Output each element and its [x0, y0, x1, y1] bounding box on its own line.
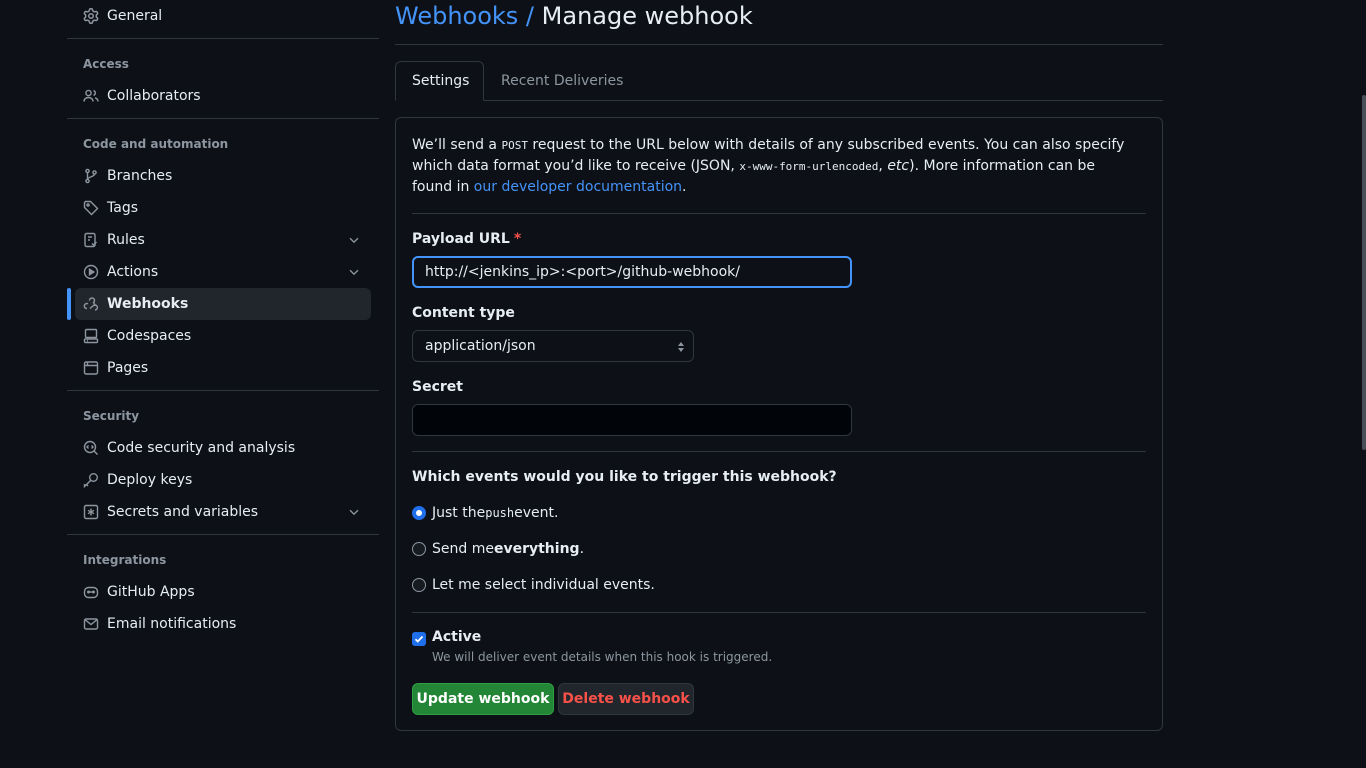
rules-icon [83, 232, 99, 248]
sidebar-item-label: Rules [107, 232, 145, 248]
webhook-form-panel: We’ll send a POST request to the URL bel… [395, 117, 1163, 731]
sidebar-divider [67, 390, 379, 391]
chevron-down-icon[interactable] [347, 233, 361, 247]
required-asterisk: * [513, 231, 522, 247]
sidebar-item-github-apps[interactable]: GitHub Apps [75, 576, 371, 608]
asterisk-icon [83, 504, 99, 520]
sidebar-item-label: Email notifications [107, 616, 237, 632]
play-icon [83, 264, 99, 280]
sidebar-item-label: GitHub Apps [107, 584, 195, 600]
event-option-individual[interactable]: Let me select individual events. [412, 577, 655, 593]
sidebar-item-deploy-keys[interactable]: Deploy keys [75, 464, 371, 496]
radio-button-checked[interactable] [412, 506, 426, 520]
post-code: POST [501, 139, 528, 152]
sidebar-section-security: Security [83, 409, 140, 423]
payload-url-label: Payload URL * [412, 231, 522, 247]
page-title: Webhooks / Manage webhook [395, 2, 753, 30]
hubot-icon [83, 584, 99, 600]
people-icon [83, 88, 99, 104]
sidebar-divider [67, 534, 379, 535]
sidebar-item-label: Code security and analysis [107, 440, 296, 456]
tab-bar: Settings Recent Deliveries [395, 61, 1163, 101]
sidebar-item-secrets[interactable]: Secrets and variables [75, 496, 371, 528]
update-webhook-button[interactable]: Update webhook [412, 683, 554, 715]
git-branch-icon [83, 168, 99, 184]
select-arrows-icon [678, 342, 684, 352]
sidebar-item-tags[interactable]: Tags [75, 192, 371, 224]
radio-button[interactable] [412, 578, 426, 592]
sidebar-section-code-automation: Code and automation [83, 137, 229, 151]
secret-input[interactable] [412, 404, 852, 436]
content-type-select[interactable]: application/json [412, 330, 694, 362]
events-question: Which events would you like to trigger t… [412, 469, 837, 485]
sidebar-item-label: Deploy keys [107, 472, 193, 488]
payload-url-input[interactable] [412, 256, 852, 288]
checkmark-icon [414, 635, 424, 643]
intro-text: We’ll send a POST request to the URL bel… [412, 137, 1125, 195]
radio-button[interactable] [412, 542, 426, 556]
active-checkbox[interactable] [412, 632, 426, 646]
section-divider [412, 612, 1146, 613]
tab-settings[interactable]: Settings [395, 61, 484, 101]
sidebar-item-label: Tags [107, 200, 138, 216]
page-scrollbar[interactable] [1362, 95, 1366, 450]
sidebar-item-label: Branches [107, 168, 173, 184]
chevron-down-icon[interactable] [347, 265, 361, 279]
secret-label: Secret [412, 379, 463, 395]
sidebar-item-rules[interactable]: Rules [75, 224, 371, 256]
key-icon [83, 472, 99, 488]
browser-icon [83, 360, 99, 376]
urlencoded-code: x-www-form-urlencoded [739, 160, 879, 173]
codespaces-icon [83, 328, 99, 344]
sidebar-item-actions[interactable]: Actions [75, 256, 371, 288]
event-option-push[interactable]: Just the push event. [412, 505, 558, 521]
section-divider [412, 451, 1146, 452]
tag-icon [83, 200, 99, 216]
chevron-down-icon[interactable] [347, 505, 361, 519]
mail-icon [83, 616, 99, 632]
active-note: We will deliver event details when this … [432, 650, 773, 664]
sidebar-divider [67, 38, 379, 39]
codescan-icon [83, 440, 99, 456]
content-type-value: application/json [425, 338, 536, 354]
gear-icon [83, 8, 99, 24]
sidebar-item-collaborators[interactable]: Collaborators [75, 80, 371, 112]
webhook-icon [83, 296, 99, 312]
selected-indicator [67, 288, 71, 320]
sidebar-item-label: General [107, 8, 163, 24]
event-option-everything[interactable]: Send me everything. [412, 541, 584, 557]
sidebar-divider [67, 118, 379, 119]
push-code: push [485, 506, 515, 520]
sidebar-section-access: Access [83, 57, 129, 71]
sidebar-item-label: Webhooks [107, 296, 189, 312]
content-type-label: Content type [412, 305, 515, 321]
sidebar-item-webhooks[interactable]: Webhooks [75, 288, 371, 320]
sidebar-item-general[interactable]: General [75, 0, 371, 32]
sidebar-item-email-notifications[interactable]: Email notifications [75, 608, 371, 640]
sidebar-item-branches[interactable]: Branches [75, 160, 371, 192]
title-divider [395, 44, 1163, 45]
sidebar-item-label: Pages [107, 360, 149, 376]
sidebar-item-label: Codespaces [107, 328, 192, 344]
developer-docs-link[interactable]: our developer documentation [474, 179, 682, 195]
breadcrumb-webhooks-link[interactable]: Webhooks / [395, 2, 534, 30]
sidebar-section-integrations: Integrations [83, 553, 167, 567]
section-divider [412, 213, 1146, 214]
sidebar-item-code-security[interactable]: Code security and analysis [75, 432, 371, 464]
sidebar-item-label: Secrets and variables [107, 504, 259, 520]
delete-webhook-button[interactable]: Delete webhook [558, 683, 694, 715]
page-title-text: Manage webhook [541, 2, 753, 30]
tab-recent-deliveries[interactable]: Recent Deliveries [485, 61, 639, 101]
sidebar-item-label: Actions [107, 264, 159, 280]
sidebar-item-pages[interactable]: Pages [75, 352, 371, 384]
active-label: Active [432, 629, 482, 645]
sidebar-item-codespaces[interactable]: Codespaces [75, 320, 371, 352]
sidebar-item-label: Collaborators [107, 88, 201, 104]
